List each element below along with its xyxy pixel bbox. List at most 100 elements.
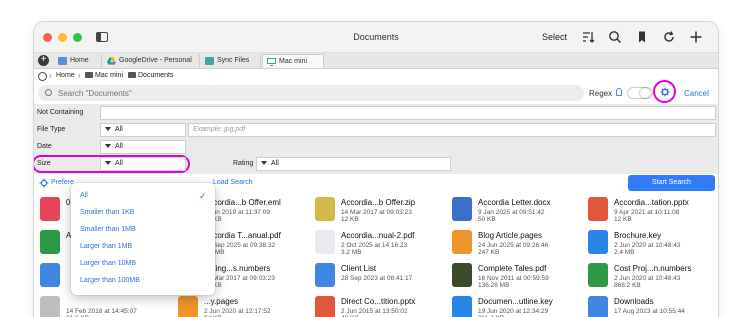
gear-icon[interactable]: [660, 87, 670, 97]
file-size: 868.2 KB: [614, 282, 641, 289]
rating-label: Rating: [233, 160, 254, 167]
file-name: Accordia...b Offer.zip: [341, 198, 416, 207]
file-icon: [588, 230, 608, 254]
file-icon: [588, 263, 608, 287]
file-date: 2 Jun 2015 at 13:50:02: [341, 308, 408, 315]
history-icon[interactable]: [38, 72, 47, 81]
caret-down-icon: [105, 161, 111, 165]
file-type-select[interactable]: All: [100, 123, 186, 137]
file-type-extensions-input[interactable]: Example: jpg,pdf: [188, 123, 716, 137]
tab-label: Sync Files: [217, 57, 250, 64]
file-name: ...y.pages: [204, 297, 239, 306]
search-input[interactable]: [58, 87, 558, 99]
monitor-icon: [85, 72, 93, 78]
breadcrumb-label: Documents: [138, 72, 174, 79]
result-item[interactable]: Complete Tales.pdf 16 Nov 2011 at 00:59:5…: [450, 260, 588, 292]
add-icon[interactable]: [687, 28, 705, 46]
result-item[interactable]: Accordia...nual-2.pdf 2 Oct 2025 at 14:16…: [313, 227, 451, 259]
load-search-link[interactable]: Load Search: [213, 179, 253, 186]
result-item[interactable]: Cost Proj...n.numbers 2 Jun 2020 at 10:48…: [586, 260, 718, 292]
cancel-button[interactable]: Cancel: [684, 89, 709, 98]
file-icon: [40, 230, 60, 254]
date-select[interactable]: All: [100, 140, 186, 154]
bookmark-icon[interactable]: [633, 28, 651, 46]
search-field[interactable]: [38, 85, 584, 101]
tab-home[interactable]: Home: [54, 54, 102, 68]
file-icon: [40, 263, 60, 287]
file-type-label: File Type: [37, 126, 66, 133]
caret-down-icon: [105, 127, 111, 131]
result-item[interactable]: Blog Article.pages 24 Jun 2025 at 09:26:4…: [450, 227, 588, 259]
size-option-smaller-1mb[interactable]: Smaller than 1MB: [80, 226, 136, 233]
size-value: All: [115, 160, 123, 167]
size-option-larger-100mb[interactable]: Larger than 100MB: [80, 277, 140, 284]
rating-value: All: [271, 160, 279, 167]
file-icon: [452, 296, 472, 317]
file-date: 9 Jan 2025 at 09:51:42: [478, 209, 545, 216]
breadcrumb-mac-mini[interactable]: Mac mini: [85, 72, 123, 79]
file-name: Accordia...b Offer.eml: [204, 198, 281, 207]
file-date: 2 Jun 2020 at 12:17:52: [204, 308, 271, 315]
size-option-larger-10mb[interactable]: Larger than 10MB: [80, 260, 136, 267]
file-size: 50 KB: [478, 216, 496, 223]
tab-sync-files[interactable]: Sync Files: [201, 54, 261, 68]
file-icon: [452, 263, 472, 287]
chevron-right-icon: ›: [121, 71, 124, 80]
result-item[interactable]: Documen...utline.key 19 Jun 2020 at 12:34…: [450, 293, 588, 317]
result-item[interactable]: ...y.pages2 Jun 2020 at 12:17:5224 KB: [176, 293, 314, 317]
tab-mac-mini[interactable]: Mac mini: [262, 54, 324, 68]
result-item[interactable]: Accordia Letter.docx 9 Jan 2025 at 09:51:…: [450, 194, 588, 226]
result-item[interactable]: 14 Feb 2018 at 14:45:0781.6 KB: [38, 293, 176, 317]
result-item[interactable]: Brochure.key 2 Jun 2020 at 10:48:43 2.4 MB: [586, 227, 718, 259]
result-item[interactable]: Client List 28 Sep 2023 at 08:41:17: [313, 260, 451, 292]
folder-icon: [128, 72, 136, 78]
new-tab-button[interactable]: +: [38, 55, 49, 66]
file-name: Accordia Letter.docx: [478, 198, 551, 207]
tab-bar: + Home GoogleDrive - Personal Sync Files…: [34, 53, 718, 69]
file-name: Accordia...tation.pptx: [614, 198, 689, 207]
tab-googledrive[interactable]: GoogleDrive - Personal: [103, 54, 200, 68]
checkmark-icon: ✓: [199, 191, 207, 201]
result-item[interactable]: Accordia...tation.pptx 9 Apr 2021 at 10:1…: [586, 194, 718, 226]
preferences-link[interactable]: Prefere: [51, 179, 74, 186]
file-size: 3.2 MB: [341, 249, 362, 256]
regex-toggle[interactable]: [627, 87, 653, 99]
file-icon: [315, 230, 335, 254]
search-icon[interactable]: [606, 28, 624, 46]
result-item[interactable]: Direct Co...tition.pptx 2 Jun 2015 at 13:…: [313, 293, 451, 317]
breadcrumb-home[interactable]: Home: [56, 72, 75, 79]
select-button[interactable]: Select: [542, 32, 567, 42]
result-item[interactable]: Downloads 17 Aug 2023 at 10:55:44: [586, 293, 718, 317]
file-size: 136.28 MB: [478, 282, 510, 289]
rating-select[interactable]: All: [256, 157, 451, 171]
not-containing-input[interactable]: [100, 106, 716, 120]
file-date: 2 Jun 2020 at 10:48:43: [614, 242, 681, 249]
file-size: 12 KB: [341, 216, 359, 223]
file-name: Accordia T...anual.pdf: [204, 231, 281, 240]
size-option-larger-1mb[interactable]: Larger than 1MB: [80, 243, 132, 250]
size-option-all[interactable]: All: [80, 192, 88, 199]
monitor-icon: [267, 58, 276, 66]
file-type-value: All: [115, 126, 123, 133]
date-value: All: [115, 143, 123, 150]
date-label: Date: [37, 143, 52, 150]
lightbulb-icon[interactable]: [616, 88, 622, 96]
chevron-right-icon: ›: [78, 71, 81, 80]
file-icon: [40, 197, 60, 221]
sort-icon[interactable]: [579, 28, 597, 46]
refresh-icon[interactable]: [660, 28, 678, 46]
breadcrumb-documents[interactable]: Documents: [128, 72, 173, 79]
start-search-button[interactable]: Start Search: [628, 175, 715, 191]
regex-label: Regex: [589, 89, 613, 98]
size-option-smaller-1kb[interactable]: Smaller than 1KB: [80, 209, 134, 216]
folder-icon: [58, 57, 67, 65]
size-select[interactable]: All: [100, 157, 186, 171]
file-icon: [588, 296, 608, 317]
file-name: Downloads: [614, 297, 654, 306]
gear-icon[interactable]: [39, 178, 49, 188]
tab-label: Home: [70, 57, 89, 64]
file-name: Blog Article.pages: [478, 231, 543, 240]
result-item[interactable]: Accordia...b Offer.zip 14 Mar 2017 at 09:…: [313, 194, 451, 226]
file-date: 17 Aug 2023 at 10:55:44: [614, 308, 685, 315]
file-date: 16 Nov 2011 at 00:59:59: [478, 275, 549, 282]
